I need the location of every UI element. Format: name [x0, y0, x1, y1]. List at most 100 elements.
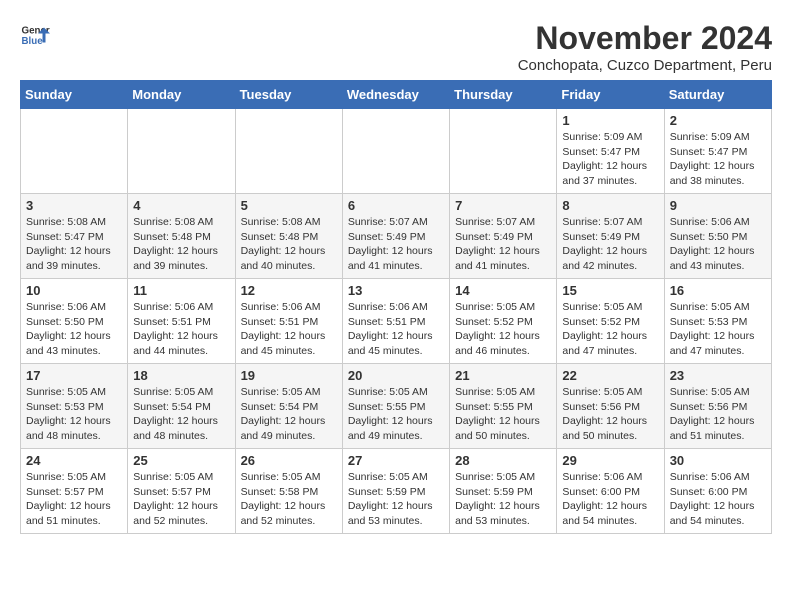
day-info: Sunrise: 5:05 AM Sunset: 5:53 PM Dayligh…	[26, 385, 122, 444]
day-number: 22	[562, 368, 658, 383]
day-info: Sunrise: 5:08 AM Sunset: 5:48 PM Dayligh…	[133, 215, 229, 274]
calendar: SundayMondayTuesdayWednesdayThursdayFrid…	[20, 80, 772, 534]
day-cell: 14 Sunrise: 5:05 AM Sunset: 5:52 PM Dayli…	[450, 279, 557, 364]
day-number: 1	[562, 113, 658, 128]
day-number: 8	[562, 198, 658, 213]
day-number: 27	[348, 453, 444, 468]
day-number: 24	[26, 453, 122, 468]
day-cell: 5Sunrise: 5:08 AM Sunset: 5:48 PM Daylig…	[235, 194, 342, 279]
day-number: 13	[348, 283, 444, 298]
day-info: Sunrise: 5:05 AM Sunset: 5:57 PM Dayligh…	[26, 470, 122, 529]
day-cell	[342, 109, 449, 194]
week-row-2: 3 Sunrise: 5:08 AM Sunset: 5:47 PM Daylig…	[21, 194, 772, 279]
subtitle: Conchopata, Cuzco Department, Peru	[518, 57, 772, 74]
logo-icon: General Blue	[20, 20, 50, 50]
header: General Blue November 2024 Conchopata, C…	[20, 20, 772, 74]
day-cell: 12 Sunrise: 5:06 AM Sunset: 5:51 PM Dayli…	[235, 279, 342, 364]
day-info: Sunrise: 5:06 AM Sunset: 6:00 PM Dayligh…	[670, 470, 766, 529]
day-number: 7	[455, 198, 551, 213]
day-cell: 8Sunrise: 5:07 AM Sunset: 5:49 PM Daylig…	[557, 194, 664, 279]
weekday-header-tuesday: Tuesday	[235, 81, 342, 109]
day-cell: 24 Sunrise: 5:05 AM Sunset: 5:57 PM Dayli…	[21, 449, 128, 534]
day-info: Sunrise: 5:05 AM Sunset: 5:55 PM Dayligh…	[455, 385, 551, 444]
day-info: Sunrise: 5:06 AM Sunset: 5:51 PM Dayligh…	[133, 300, 229, 359]
day-number: 5	[241, 198, 337, 213]
day-info: Sunrise: 5:05 AM Sunset: 5:54 PM Dayligh…	[133, 385, 229, 444]
day-cell	[450, 109, 557, 194]
day-number: 9	[670, 198, 766, 213]
day-number: 26	[241, 453, 337, 468]
day-number: 12	[241, 283, 337, 298]
day-info: Sunrise: 5:06 AM Sunset: 5:51 PM Dayligh…	[241, 300, 337, 359]
day-number: 14	[455, 283, 551, 298]
day-number: 16	[670, 283, 766, 298]
day-cell: 22 Sunrise: 5:05 AM Sunset: 5:56 PM Dayli…	[557, 364, 664, 449]
day-info: Sunrise: 5:05 AM Sunset: 5:56 PM Dayligh…	[562, 385, 658, 444]
day-cell: 4 Sunrise: 5:08 AM Sunset: 5:48 PM Daylig…	[128, 194, 235, 279]
day-number: 17	[26, 368, 122, 383]
day-cell: 27 Sunrise: 5:05 AM Sunset: 5:59 PM Dayli…	[342, 449, 449, 534]
day-number: 3	[26, 198, 122, 213]
day-info: Sunrise: 5:05 AM Sunset: 5:59 PM Dayligh…	[348, 470, 444, 529]
weekday-header-row: SundayMondayTuesdayWednesdayThursdayFrid…	[21, 81, 772, 109]
svg-text:Blue: Blue	[22, 36, 44, 47]
day-cell: 28 Sunrise: 5:05 AM Sunset: 5:59 PM Dayli…	[450, 449, 557, 534]
day-cell: 17 Sunrise: 5:05 AM Sunset: 5:53 PM Dayli…	[21, 364, 128, 449]
weekday-header-wednesday: Wednesday	[342, 81, 449, 109]
day-info: Sunrise: 5:05 AM Sunset: 5:53 PM Dayligh…	[670, 300, 766, 359]
weekday-header-saturday: Saturday	[664, 81, 771, 109]
day-info: Sunrise: 5:05 AM Sunset: 5:55 PM Dayligh…	[348, 385, 444, 444]
day-cell: 18 Sunrise: 5:05 AM Sunset: 5:54 PM Dayli…	[128, 364, 235, 449]
day-cell: 1 Sunrise: 5:09 AM Sunset: 5:47 PM Daylig…	[557, 109, 664, 194]
week-row-5: 24 Sunrise: 5:05 AM Sunset: 5:57 PM Dayli…	[21, 449, 772, 534]
day-info: Sunrise: 5:06 AM Sunset: 5:51 PM Dayligh…	[348, 300, 444, 359]
day-info: Sunrise: 5:09 AM Sunset: 5:47 PM Dayligh…	[670, 130, 766, 189]
day-number: 15	[562, 283, 658, 298]
day-info: Sunrise: 5:05 AM Sunset: 5:58 PM Dayligh…	[241, 470, 337, 529]
day-cell: 9 Sunrise: 5:06 AM Sunset: 5:50 PM Daylig…	[664, 194, 771, 279]
day-number: 28	[455, 453, 551, 468]
day-info: Sunrise: 5:05 AM Sunset: 5:52 PM Dayligh…	[455, 300, 551, 359]
day-cell: 21Sunrise: 5:05 AM Sunset: 5:55 PM Dayli…	[450, 364, 557, 449]
day-cell	[235, 109, 342, 194]
weekday-header-friday: Friday	[557, 81, 664, 109]
day-cell: 19 Sunrise: 5:05 AM Sunset: 5:54 PM Dayli…	[235, 364, 342, 449]
day-info: Sunrise: 5:07 AM Sunset: 5:49 PM Dayligh…	[348, 215, 444, 274]
day-info: Sunrise: 5:05 AM Sunset: 5:54 PM Dayligh…	[241, 385, 337, 444]
day-cell: 10Sunrise: 5:06 AM Sunset: 5:50 PM Dayli…	[21, 279, 128, 364]
day-number: 2	[670, 113, 766, 128]
day-info: Sunrise: 5:08 AM Sunset: 5:47 PM Dayligh…	[26, 215, 122, 274]
day-cell: 30 Sunrise: 5:06 AM Sunset: 6:00 PM Dayli…	[664, 449, 771, 534]
day-number: 19	[241, 368, 337, 383]
day-cell: 15Sunrise: 5:05 AM Sunset: 5:52 PM Dayli…	[557, 279, 664, 364]
day-info: Sunrise: 5:09 AM Sunset: 5:47 PM Dayligh…	[562, 130, 658, 189]
weekday-header-sunday: Sunday	[21, 81, 128, 109]
day-info: Sunrise: 5:05 AM Sunset: 5:57 PM Dayligh…	[133, 470, 229, 529]
day-info: Sunrise: 5:07 AM Sunset: 5:49 PM Dayligh…	[455, 215, 551, 274]
day-cell: 3 Sunrise: 5:08 AM Sunset: 5:47 PM Daylig…	[21, 194, 128, 279]
day-number: 25	[133, 453, 229, 468]
weekday-header-thursday: Thursday	[450, 81, 557, 109]
day-number: 23	[670, 368, 766, 383]
day-number: 6	[348, 198, 444, 213]
day-info: Sunrise: 5:06 AM Sunset: 5:50 PM Dayligh…	[670, 215, 766, 274]
day-info: Sunrise: 5:05 AM Sunset: 5:59 PM Dayligh…	[455, 470, 551, 529]
day-cell: 7 Sunrise: 5:07 AM Sunset: 5:49 PM Daylig…	[450, 194, 557, 279]
day-info: Sunrise: 5:05 AM Sunset: 5:56 PM Dayligh…	[670, 385, 766, 444]
main-title: November 2024	[518, 20, 772, 57]
title-area: November 2024 Conchopata, Cuzco Departme…	[518, 20, 772, 74]
day-number: 30	[670, 453, 766, 468]
day-cell: 20 Sunrise: 5:05 AM Sunset: 5:55 PM Dayli…	[342, 364, 449, 449]
logo: General Blue	[20, 20, 50, 50]
week-row-1: 1 Sunrise: 5:09 AM Sunset: 5:47 PM Daylig…	[21, 109, 772, 194]
day-cell: 6 Sunrise: 5:07 AM Sunset: 5:49 PM Daylig…	[342, 194, 449, 279]
day-number: 10	[26, 283, 122, 298]
day-cell: 13 Sunrise: 5:06 AM Sunset: 5:51 PM Dayli…	[342, 279, 449, 364]
day-number: 20	[348, 368, 444, 383]
day-number: 18	[133, 368, 229, 383]
day-cell	[128, 109, 235, 194]
day-cell: 11Sunrise: 5:06 AM Sunset: 5:51 PM Dayli…	[128, 279, 235, 364]
day-cell: 2 Sunrise: 5:09 AM Sunset: 5:47 PM Daylig…	[664, 109, 771, 194]
day-number: 4	[133, 198, 229, 213]
day-cell: 25 Sunrise: 5:05 AM Sunset: 5:57 PM Dayli…	[128, 449, 235, 534]
